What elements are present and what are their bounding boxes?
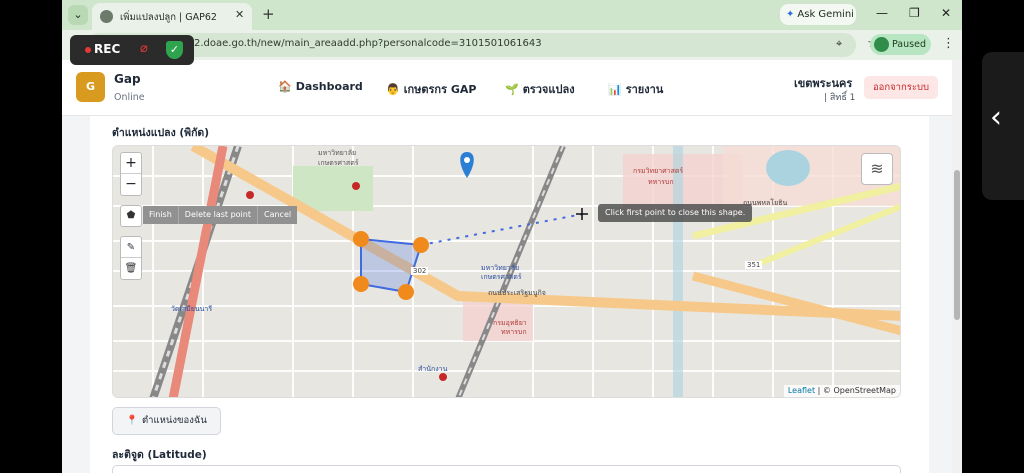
nav-label: ตรวจแปลง <box>522 83 575 96</box>
latitude-label: ละติจูด (Latitude) <box>112 449 207 461</box>
map-view[interactable]: มหาวิทยาลัย เกษตรศาสตร์ กรมวิทยาศาสตร์ ท… <box>112 145 901 398</box>
my-location-label: ตำแหน่งของฉัน <box>142 415 207 426</box>
chevron-left-icon[interactable]: ‹ <box>990 100 1002 135</box>
osm-attribution[interactable]: | © OpenStreetMap <box>818 386 896 395</box>
polygon-vertex <box>353 231 369 247</box>
pin-icon: 📍 <box>126 415 138 426</box>
nav-label: รายงาน <box>625 83 664 96</box>
map-label: วัดเสมียนนารี <box>171 305 213 313</box>
edit-toolbar: ✎ 🗑 <box>120 236 142 280</box>
map-label: กรมวิทยาศาสตร์ <box>633 167 684 175</box>
draw-polygon-icon[interactable]: ⬟ <box>120 205 142 227</box>
scrollbar-thumb[interactable] <box>954 170 960 320</box>
map-label: เกษตรศาสตร์ <box>481 273 522 281</box>
app-header: G Gap Online 🏠 Dashboard 👨 เกษตรกร GAP 🌱 ตร… <box>62 60 952 116</box>
rec-label: REC <box>94 42 121 56</box>
nav-inspect[interactable]: 🌱 ตรวจแปลง <box>505 80 575 98</box>
tab-strip: ⌄ เพิ่มแปลงปลูก | GAP62 ✕ + ✦ Ask Gemini … <box>62 0 962 30</box>
record-dot-icon <box>85 47 91 53</box>
app-brand: Gap <box>114 72 141 86</box>
home-icon: 🏠 <box>278 80 292 93</box>
web-page: G Gap Online 🏠 Dashboard 👨 เกษตรกร GAP 🌱 ตร… <box>62 60 962 473</box>
finish-button[interactable]: Finish <box>143 206 178 224</box>
side-panel-handle[interactable] <box>982 52 1024 200</box>
profile-status-label: Paused <box>892 39 926 50</box>
layers-icon[interactable]: ≋ <box>861 153 893 185</box>
new-tab-icon[interactable]: + <box>262 5 275 23</box>
form-card: ตำแหน่งแปลง (พิกัด) มหาวิทยาลัย เกษตรศาส… <box>90 116 929 473</box>
ask-gemini-button[interactable]: ✦ Ask Gemini <box>780 4 856 25</box>
online-status: Online <box>114 92 145 103</box>
map-attribution: Leaflet | © OpenStreetMap <box>783 385 900 397</box>
zoom-control: + − <box>120 152 142 196</box>
my-location-button[interactable]: 📍 ตำแหน่งของฉัน <box>112 407 221 435</box>
edit-layers-icon[interactable]: ✎ <box>121 237 141 258</box>
chart-icon: 📊 <box>608 83 622 96</box>
location-icon[interactable]: ⌖ <box>836 37 842 51</box>
zoom-out-button[interactable]: − <box>121 174 141 195</box>
latitude-input[interactable] <box>112 465 901 473</box>
nav-label: เกษตรกร GAP <box>403 83 477 96</box>
ask-gemini-label: Ask Gemini <box>797 9 854 20</box>
profile-avatar-icon <box>874 37 889 52</box>
map-label: 302 <box>411 267 429 275</box>
tab-title: เพิ่มแปลงปลูก | GAP62 <box>120 12 217 23</box>
browser-window: ⌄ เพิ่มแปลงปลูก | GAP62 ✕ + ✦ Ask Gemini … <box>62 0 962 473</box>
nav-dashboard[interactable]: 🏠 Dashboard <box>278 80 363 93</box>
delete-last-point-button[interactable]: Delete last point <box>177 206 257 224</box>
zoom-in-button[interactable]: + <box>121 153 141 174</box>
screen-recorder-bar: REC ⌀ ✓ <box>70 35 194 65</box>
restore-icon[interactable]: ❐ <box>909 6 920 20</box>
map-label: ทหารบก <box>501 328 527 336</box>
url-text[interactable]: 2.doae.go.th/new/main_areaadd.php?person… <box>194 38 542 49</box>
tab-close-icon[interactable]: ✕ <box>235 8 244 21</box>
delete-layers-icon[interactable]: 🗑 <box>121 258 141 279</box>
nav-farmers[interactable]: 👨 เกษตรกร GAP <box>386 80 476 98</box>
map-label: 351 <box>745 261 763 269</box>
gemini-icon: ✦ <box>786 9 795 20</box>
page-scrollbar[interactable] <box>952 60 962 473</box>
map-label: เกษตรศาสตร์ <box>318 159 359 167</box>
map-label: ทหารบก <box>648 178 674 186</box>
profile-paused-button[interactable]: Paused <box>870 34 931 55</box>
mic-muted-icon[interactable]: ⌀ <box>140 41 148 56</box>
polygon-vertex <box>413 237 429 253</box>
farmer-icon: 👨 <box>386 83 400 96</box>
app-logo: G <box>76 72 105 102</box>
shield-check-icon[interactable]: ✓ <box>166 41 183 59</box>
browser-menu-icon[interactable]: ⋮ <box>942 36 955 51</box>
screen: ⌄ เพิ่มแปลงปลูก | GAP62 ✕ + ✦ Ask Gemini … <box>0 0 1024 473</box>
minimize-icon[interactable]: — <box>876 6 888 20</box>
favicon-icon <box>100 10 113 23</box>
logout-button[interactable]: ออกจากระบบ <box>864 76 938 99</box>
tab-search-icon[interactable]: ⌄ <box>68 5 88 25</box>
location-section-label: ตำแหน่งแปลง (พิกัด) <box>112 127 210 139</box>
draw-tooltip: Click first point to close this shape. <box>598 204 753 222</box>
map-label: ถนนประเสริฐมนูกิจ <box>488 289 546 297</box>
address-row: 2.doae.go.th/new/main_areaadd.php?person… <box>62 30 962 60</box>
user-role: | สิทธิ์ 1 <box>824 93 856 103</box>
leaflet-link[interactable]: Leaflet <box>788 386 815 395</box>
active-tab[interactable]: เพิ่มแปลงปลูก | GAP62 ✕ <box>92 3 252 30</box>
nav-label: Dashboard <box>295 80 363 93</box>
map-label: สำนักงาน <box>418 365 448 373</box>
address-bar[interactable]: 2.doae.go.th/new/main_areaadd.php?person… <box>86 33 879 57</box>
polygon-vertex <box>398 284 414 300</box>
window-close-icon[interactable]: ✕ <box>941 6 951 20</box>
draw-actions-toolbar: Finish Delete last point Cancel <box>143 206 298 224</box>
polygon-vertex <box>353 276 369 292</box>
cancel-button[interactable]: Cancel <box>256 206 297 224</box>
plant-icon: 🌱 <box>505 83 519 96</box>
nav-report[interactable]: 📊 รายงาน <box>608 80 663 98</box>
